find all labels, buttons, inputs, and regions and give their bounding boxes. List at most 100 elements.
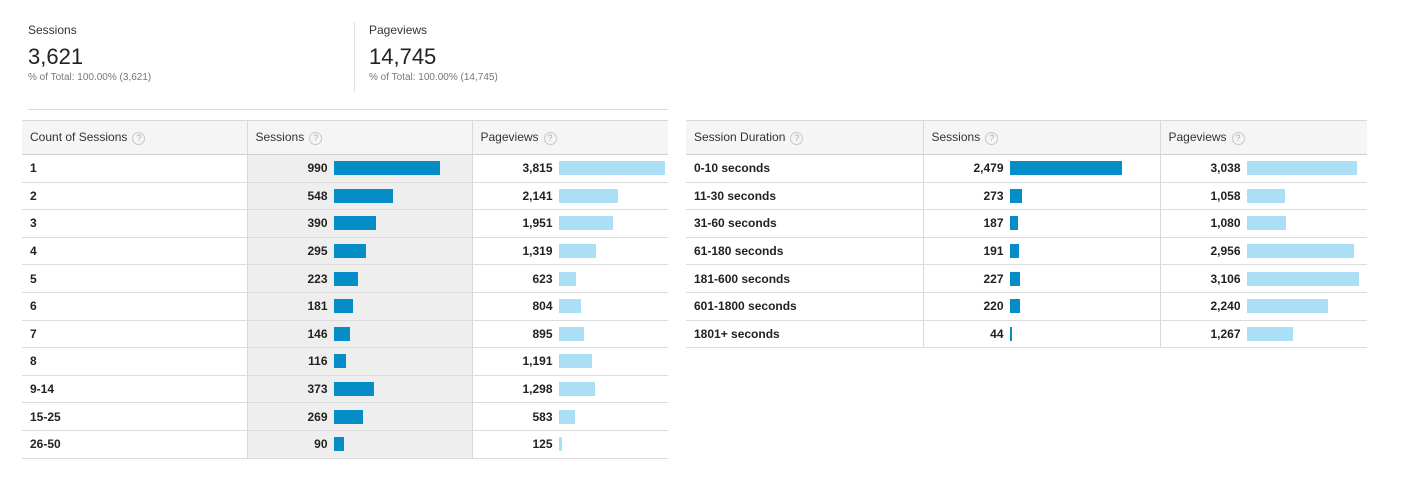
cell-pageviews: 2,956 [1159,237,1367,266]
row-dimension-link[interactable]: 2 [22,182,247,211]
column-header-pageviews[interactable]: Pageviews? [471,120,668,155]
sessions-bar [1009,216,1018,231]
table-row: 4 295 1,319 [22,237,668,266]
metric-pageviews-value: 14,745 [369,44,437,69]
sessions-bar [333,271,358,286]
cell-sessions: 146 [246,320,472,349]
column-header-dimension[interactable]: Count of Sessions? [22,120,247,155]
row-dimension-link[interactable]: 5 [22,264,247,293]
cell-sessions: 390 [246,209,472,238]
table-row: 8 116 1,191 [22,347,668,376]
pageviews-bar [1246,244,1354,259]
pageviews-bar [558,161,665,176]
row-dimension-link[interactable]: 601-1800 seconds [686,292,923,321]
row-dimension-link[interactable]: 3 [22,209,247,238]
row-dimension-link[interactable]: 6 [22,292,247,321]
sessions-value: 220 [983,299,1004,314]
sessions-bar [333,161,440,176]
help-icon[interactable]: ? [985,131,999,145]
sessions-value: 44 [990,326,1004,341]
row-dimension-link[interactable]: 8 [22,347,247,376]
metric-pageviews-label: Pageviews [369,23,428,37]
sessions-value: 990 [307,161,328,176]
sessions-value: 2,479 [973,161,1004,176]
sessions-bar [333,354,346,369]
sessions-bar [1009,244,1019,259]
table-row: 9-14 373 1,298 [22,375,668,404]
table-row: 0-10 seconds 2,479 3,038 [686,154,1367,183]
cell-sessions: 2,479 [922,154,1160,183]
column-header-sessions[interactable]: Sessions? [922,120,1160,155]
column-header-label: Sessions [931,130,981,145]
cell-pageviews: 2,240 [1159,292,1367,321]
row-dimension-link[interactable]: 9-14 [22,375,247,404]
table-row: 6 181 804 [22,292,668,321]
metric-sessions-value: 3,621 [28,44,84,69]
pageviews-bar [1246,161,1357,176]
pageviews-bar [558,216,613,231]
cell-sessions: 90 [246,430,472,459]
column-header-dimension[interactable]: Session Duration? [686,120,923,155]
cell-pageviews: 1,298 [471,375,668,404]
pageviews-value: 2,956 [1210,244,1241,259]
row-dimension-link[interactable]: 1801+ seconds [686,320,923,349]
pageviews-value: 583 [532,409,553,424]
help-icon[interactable]: ? [1231,131,1245,145]
table-row: 3 390 1,951 [22,209,668,238]
table-row: 2 548 2,141 [22,182,668,211]
table-row: 26-50 90 125 [22,430,668,459]
help-icon[interactable]: ? [309,131,323,145]
session-duration-table: Session Duration? Sessions? Pageviews? 0-1… [686,120,1367,349]
pageviews-bar [558,271,576,286]
metric-pageviews: Pageviews 14,745 % of Total: 100.00% (14… [354,22,498,92]
sessions-bar [333,299,353,314]
help-icon[interactable]: ? [790,131,804,145]
table-row: 11-30 seconds 273 1,058 [686,182,1367,211]
help-icon[interactable]: ? [132,131,146,145]
sessions-bar [333,188,393,203]
column-header-pageviews[interactable]: Pageviews? [1159,120,1367,155]
cell-sessions: 373 [246,375,472,404]
row-dimension-link[interactable]: 26-50 [22,430,247,459]
sessions-value: 548 [307,188,328,203]
column-header-sessions[interactable]: Sessions? [246,120,472,155]
row-dimension-link[interactable]: 11-30 seconds [686,182,923,211]
pageviews-bar [558,299,581,314]
cell-pageviews: 1,319 [471,237,668,266]
cell-pageviews: 3,815 [471,154,668,183]
row-dimension-link[interactable]: 31-60 seconds [686,209,923,238]
sessions-bar [1009,299,1020,314]
cell-pageviews: 1,951 [471,209,668,238]
row-dimension-link[interactable]: 7 [22,320,247,349]
help-icon[interactable]: ? [543,131,557,145]
cell-sessions: 223 [246,264,472,293]
row-dimension-link[interactable]: 61-180 seconds [686,237,923,266]
pageviews-bar [558,188,618,203]
pageviews-value: 2,240 [1210,299,1241,314]
pageviews-value: 1,058 [1210,188,1241,203]
pageviews-bar [1246,326,1293,341]
row-dimension-link[interactable]: 1 [22,154,247,183]
sessions-value: 181 [307,299,328,314]
cell-sessions: 227 [922,264,1160,293]
row-dimension-link[interactable]: 181-600 seconds [686,264,923,293]
row-dimension-link[interactable]: 4 [22,237,247,266]
sessions-bar [333,326,350,341]
pageviews-value: 623 [532,271,553,286]
pageviews-bar [558,244,596,259]
column-header-label: Sessions [255,130,305,145]
pageviews-bar [1246,271,1359,286]
cell-sessions: 220 [922,292,1160,321]
row-dimension-link[interactable]: 0-10 seconds [686,154,923,183]
table-header-row: Count of Sessions? Sessions? Pageviews? [22,120,668,155]
row-dimension-link[interactable]: 15-25 [22,402,247,431]
metric-sessions-label: Sessions [28,23,77,37]
cell-sessions: 269 [246,402,472,431]
pageviews-value: 895 [532,326,553,341]
sessions-bar [333,409,363,424]
table-row: 181-600 seconds 227 3,106 [686,264,1367,293]
cell-sessions: 191 [922,237,1160,266]
table-row: 61-180 seconds 191 2,956 [686,237,1367,266]
pageviews-value: 1,080 [1210,216,1241,231]
column-header-label: Pageviews [480,130,539,145]
